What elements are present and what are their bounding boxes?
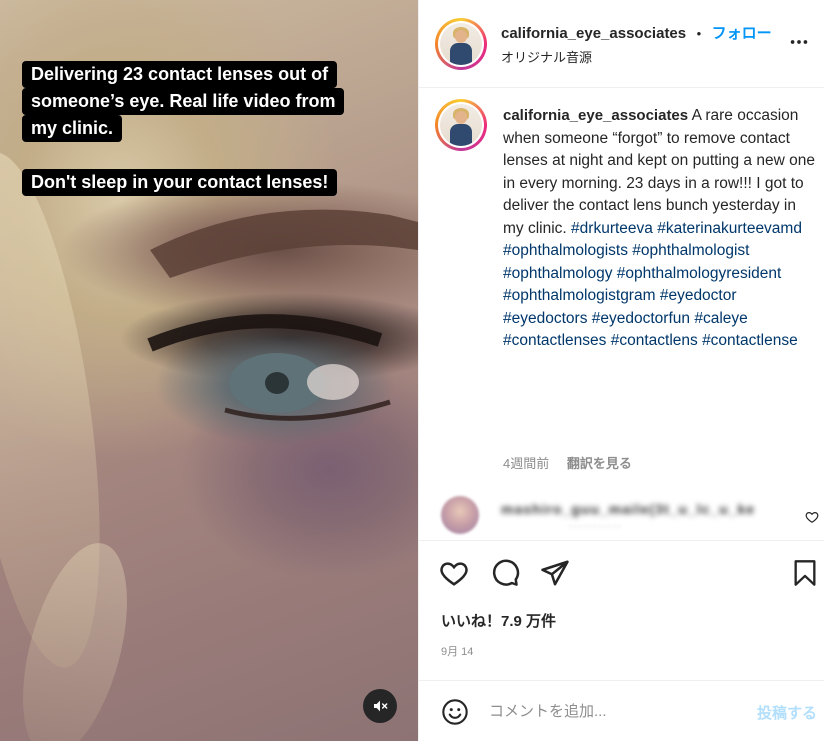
post-date[interactable]: 9月 14: [441, 643, 473, 659]
comment-heart-icon[interactable]: [805, 510, 819, 524]
comments-area[interactable]: california_eye_associates A rare occasio…: [419, 88, 824, 540]
upper-lashes: [147, 314, 383, 352]
comment-input[interactable]: [489, 699, 739, 723]
emoji-icon[interactable]: [441, 698, 469, 726]
post-sidebar: california_eye_associates • フォロー オリジナル音源…: [418, 0, 824, 741]
hashtag[interactable]: #ophthalmologistgram: [503, 287, 656, 304]
time-ago[interactable]: 4週間前: [503, 456, 549, 471]
bookmark-icon[interactable]: [791, 558, 819, 588]
add-comment-bar: 投稿する: [419, 680, 824, 741]
video-caption-line: someone’s eye. Real life video from: [22, 88, 345, 115]
video-caption-line: Delivering 23 contact lenses out of: [22, 61, 338, 88]
hashtag[interactable]: #drkurteeva: [571, 220, 653, 237]
lens-reflection: [307, 364, 359, 400]
caption-text: california_eye_associates A rare occasio…: [503, 105, 815, 353]
likes-count[interactable]: いいね！7.9 万件: [441, 610, 556, 631]
hashtag[interactable]: #ophthalmology: [503, 265, 612, 282]
comment-sub-blurred: · · · · · · · · · · ·: [569, 522, 621, 531]
video-caption-line: Don't sleep in your contact lenses!: [22, 169, 338, 196]
mute-button[interactable]: [363, 689, 397, 723]
reel-video[interactable]: Delivering 23 contact lenses out of some…: [0, 0, 418, 741]
eyebrow: [150, 209, 418, 278]
comment-text-blurred: mashiro_guu_maile(3t_u_lc_u_ke: [501, 501, 756, 517]
hashtag[interactable]: #contactlense: [702, 332, 798, 349]
post-comment-button[interactable]: 投稿する: [757, 702, 817, 723]
pupil: [265, 372, 289, 394]
avatar-image: [440, 23, 482, 65]
username-link[interactable]: california_eye_associates: [501, 25, 686, 42]
hashtag[interactable]: #caleye: [694, 310, 747, 327]
hashtag[interactable]: #ophthalmologist: [632, 242, 749, 259]
comment-item: mashiro_guu_maile(3t_u_lc_u_ke · · · · ·…: [419, 488, 824, 540]
hashtag[interactable]: #ophthalmologyresident: [617, 265, 782, 282]
action-bar: いいね！7.9 万件 9月 14: [419, 540, 824, 680]
hashtag[interactable]: #contactlens: [611, 332, 698, 349]
caption-meta: 4週間前 翻訳を見る: [503, 453, 632, 472]
share-icon[interactable]: [540, 558, 570, 588]
caption-avatar[interactable]: [435, 99, 487, 151]
hashtag[interactable]: #contactlenses: [503, 332, 606, 349]
post-header: california_eye_associates • フォロー オリジナル音源: [419, 0, 824, 88]
commenter-avatar[interactable]: [441, 496, 479, 534]
dot-separator: •: [696, 26, 702, 41]
hashtag[interactable]: #eyedoctor: [660, 287, 737, 304]
translate-button[interactable]: 翻訳を見る: [567, 456, 632, 471]
caption-username[interactable]: california_eye_associates: [503, 107, 688, 124]
video-caption-line: my clinic.: [22, 115, 123, 142]
hashtag[interactable]: #katerinakurteevamd: [657, 220, 802, 237]
heart-icon[interactable]: [439, 558, 469, 588]
avatar-image: [440, 104, 482, 146]
more-horizontal-icon[interactable]: [788, 31, 810, 53]
avatar[interactable]: [435, 18, 487, 70]
speaker-muted-icon: [374, 700, 388, 712]
hashtag[interactable]: #eyedoctors: [503, 310, 587, 327]
hashtag[interactable]: #eyedoctorfun: [592, 310, 690, 327]
hashtag[interactable]: #ophthalmologists: [503, 242, 628, 259]
audio-label[interactable]: オリジナル音源: [501, 47, 592, 66]
caption-body: A rare occasion when someone “forgot” to…: [503, 107, 815, 237]
comment-icon[interactable]: [490, 558, 520, 588]
follow-button[interactable]: フォロー: [712, 25, 772, 42]
